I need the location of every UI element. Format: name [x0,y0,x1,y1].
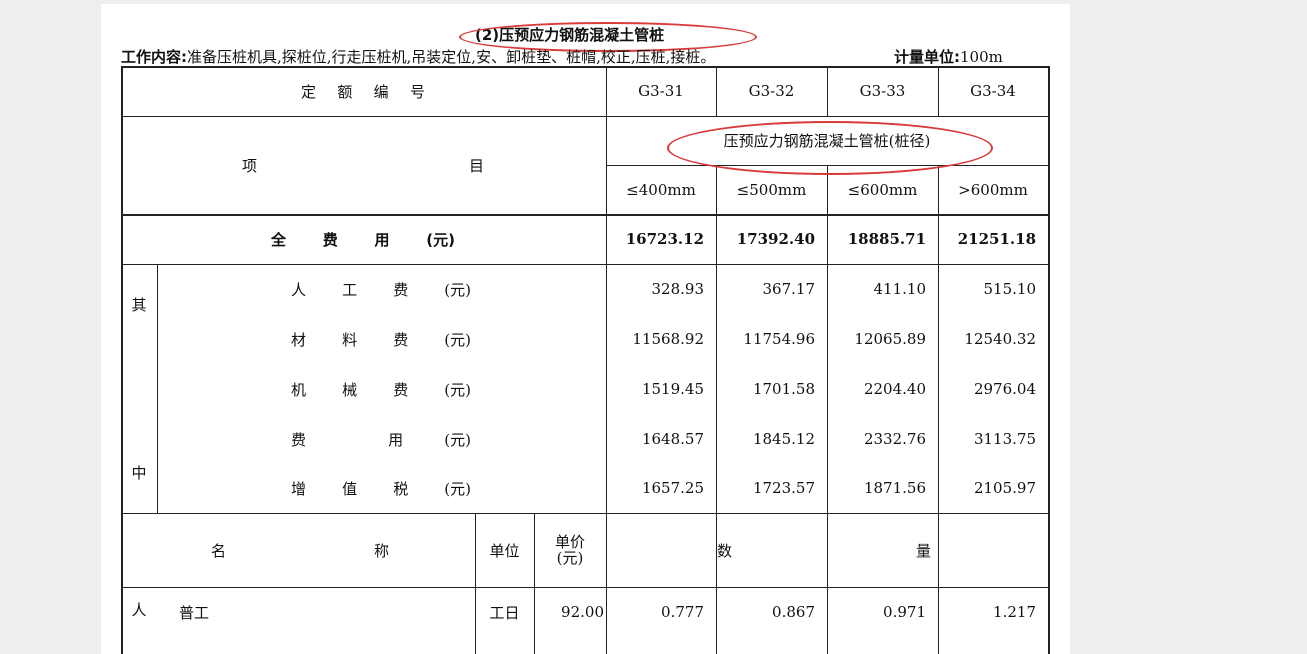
label-char: 机 [291,380,307,399]
breakdown-label: 机 械 费 (元) [291,364,471,414]
total-value-3: 18885.71 [847,230,926,248]
value-cell: 3113.75 [973,430,1036,448]
label-char: 编 [373,82,389,101]
label-char: (元) [444,479,471,498]
diameter-500: ≤500mm [736,180,807,199]
resource-quantity-header: 数 量 [717,513,931,587]
value-cell: 12065.89 [854,330,926,348]
diameter-over-600: >600mm [958,180,1028,199]
total-label: 全 费 用 (元) [271,214,455,264]
label-char: (元) [444,380,471,399]
price-header-line: 单价 [554,533,585,551]
label-char: 费 [393,280,409,299]
label-char: 值 [342,479,358,498]
label-char: 工 [342,280,358,299]
value-cell: 367.17 [762,280,816,298]
value-cell: 0.867 [772,603,815,621]
quota-code-label: 定 额 编 号 [301,66,425,116]
code-g3-31: G3-31 [638,82,684,100]
value-cell: 1648.57 [641,430,704,448]
value-cell: 1519.45 [641,380,704,398]
label-char: (元) [444,330,471,349]
item-label: 项 目 [242,116,484,214]
label-char: 增 [291,479,307,498]
resource-price: 92.00 [561,603,604,621]
value-cell: 411.10 [873,280,927,298]
total-value-1: 16723.12 [625,230,704,248]
label-char: 数 [717,541,733,560]
breakdown-side-label-2: 中 [131,463,147,482]
value-cell: 1845.12 [752,430,815,448]
label-char: 项 [242,156,258,175]
label-char: 用 [388,430,404,449]
label-char: 定 [301,82,317,101]
label-char: (元) [444,430,471,449]
label-char: 量 [915,541,931,560]
value-cell: 515.10 [983,280,1037,298]
breakdown-label: 费 用 (元) [291,414,471,464]
label-char: 额 [337,82,353,101]
value-cell: 2976.04 [973,380,1036,398]
resource-price-header: 单价 (元) [534,513,606,587]
code-g3-32: G3-32 [748,82,795,100]
document-page: (2)压预应力钢筋混凝土管桩 工作内容:准备压桩机具,探桩位,行走压桩机,吊装定… [101,4,1070,654]
resource-unit: 工日 [489,603,520,622]
value-cell: 328.93 [651,280,705,298]
value-cell: 2332.76 [863,430,926,448]
label-char: 费 [393,380,409,399]
label-char: 全 [271,230,287,249]
label-char: 目 [468,156,484,175]
label-char: 称 [373,541,389,560]
group-label: 压预应力钢筋混凝土管桩(桩径) [723,132,931,150]
value-cell: 2105.97 [973,479,1036,497]
value-cell: 2204.40 [863,380,926,398]
label-char: (元) [426,230,455,249]
label-char: 料 [342,330,358,349]
value-cell: 1701.58 [752,380,815,398]
label-char: 用 [374,230,390,249]
code-g3-34: G3-34 [970,82,1016,100]
value-cell: 11568.92 [632,330,704,348]
diameter-600: ≤600mm [847,180,918,199]
value-cell: 1871.56 [863,479,926,497]
label-char: 税 [393,479,409,498]
value-cell: 11754.96 [743,330,815,348]
rule [121,66,123,654]
value-cell: 0.971 [883,603,926,621]
label-char: (元) [444,280,471,299]
label-char: 械 [342,380,358,399]
label-char: 号 [409,82,425,101]
rule [157,264,158,513]
resource-name: 普工 [179,603,210,622]
value-cell: 1723.57 [752,479,815,497]
label-char: 费 [393,330,409,349]
code-g3-33: G3-33 [859,82,906,100]
breakdown-label: 人 工 费 (元) [291,264,471,314]
price-header-line: (元) [556,549,584,567]
total-value-2: 17392.40 [736,230,815,248]
resource-unit-header: 单位 [489,541,520,560]
label-char: 材 [291,330,307,349]
rule [1048,66,1050,654]
value-cell: 0.777 [661,603,704,621]
label-char: 名 [211,541,227,560]
label-char: 费 [322,230,338,249]
label-char: 人 [291,280,307,299]
resource-group-label: 人 [131,600,147,619]
breakdown-label: 材 料 费 (元) [291,314,471,364]
resource-name-header: 名 称 [211,513,389,587]
breakdown-label: 增 值 税 (元) [291,463,471,513]
value-cell: 1.217 [993,603,1036,621]
label-char: 费 [291,430,307,449]
value-cell: 1657.25 [641,479,704,497]
breakdown-side-label-1: 其 [131,295,147,314]
value-cell: 12540.32 [964,330,1036,348]
total-value-4: 21251.18 [957,230,1036,248]
diameter-400: ≤400mm [626,180,696,199]
